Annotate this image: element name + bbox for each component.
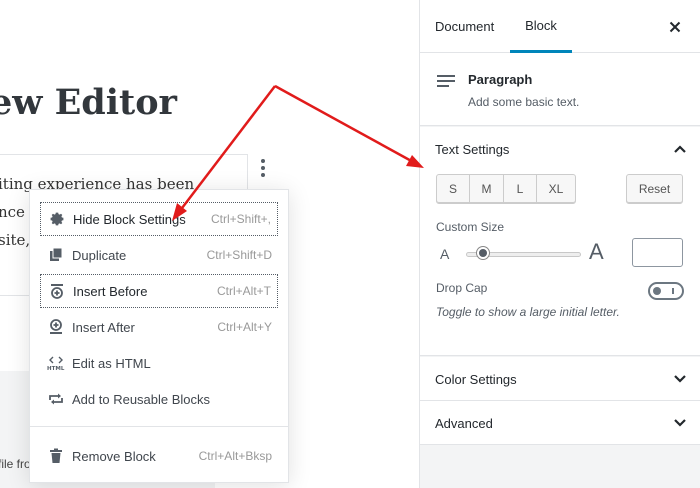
- reset-button[interactable]: Reset: [626, 174, 683, 204]
- gear-icon: [47, 209, 67, 229]
- menu-item-remove-block[interactable]: Remove Block Ctrl+Alt+Bksp: [40, 439, 278, 473]
- text-settings-toggle[interactable]: Text Settings: [420, 127, 700, 171]
- reusable-block-icon: [46, 389, 66, 409]
- menu-item-edit-as-html[interactable]: HTML Edit as HTML: [40, 346, 278, 380]
- menu-item-insert-after[interactable]: Insert After Ctrl+Alt+Y: [40, 310, 278, 344]
- font-size-xl-button[interactable]: XL: [537, 175, 575, 203]
- menu-item-label: Edit as HTML: [72, 355, 151, 371]
- toggle-off-indicator: [672, 288, 674, 294]
- custom-size-label: Custom Size: [436, 220, 505, 234]
- tab-document[interactable]: Document: [435, 0, 499, 53]
- menu-item-shortcut: Ctrl+Shift+,: [210, 212, 271, 226]
- menu-item-shortcut: Ctrl+Shift+D: [206, 248, 272, 262]
- menu-item-hide-block-settings[interactable]: Hide Block Settings Ctrl+Shift+,: [40, 202, 278, 236]
- font-size-small-button[interactable]: S: [437, 175, 470, 203]
- insert-after-icon: [46, 317, 66, 337]
- menu-item-insert-before[interactable]: Insert Before Ctrl+Alt+T: [40, 274, 278, 308]
- large-a-icon: A: [589, 239, 604, 264]
- font-size-large-button[interactable]: L: [504, 175, 537, 203]
- menu-item-label: Insert After: [72, 319, 135, 335]
- font-size-picker: S M L XL: [436, 174, 576, 204]
- post-title[interactable]: ew Editor: [0, 82, 177, 123]
- paragraph-icon: [436, 73, 456, 94]
- chevron-down-icon: [674, 419, 686, 427]
- color-settings-panel: Color Settings: [420, 357, 700, 401]
- panel-title: Text Settings: [435, 141, 510, 157]
- chevron-up-icon: [674, 145, 686, 153]
- menu-item-shortcut: Ctrl+Alt+T: [216, 284, 271, 298]
- insert-before-icon: [47, 281, 67, 301]
- panel-title: Color Settings: [435, 371, 517, 387]
- font-size-medium-button[interactable]: M: [470, 175, 504, 203]
- panel-title: Advanced: [435, 415, 493, 431]
- advanced-panel: Advanced: [420, 401, 700, 445]
- menu-item-label: Insert Before: [73, 283, 148, 299]
- color-settings-toggle[interactable]: Color Settings: [420, 357, 700, 401]
- drop-cap-label: Drop Cap: [436, 281, 488, 295]
- menu-item-duplicate[interactable]: Duplicate Ctrl+Shift+D: [40, 238, 278, 272]
- menu-item-label: Hide Block Settings: [73, 211, 186, 227]
- sidebar-header: Document Block: [420, 0, 700, 53]
- advanced-toggle[interactable]: Advanced: [420, 401, 700, 445]
- drop-cap-toggle[interactable]: [648, 282, 684, 300]
- toggle-knob: [653, 287, 661, 295]
- paragraph-line: site,: [0, 231, 31, 249]
- settings-sidebar: Document Block Paragraph Add some basic …: [419, 0, 700, 488]
- menu-item-label: Remove Block: [72, 448, 156, 464]
- html-icon: HTML: [46, 353, 66, 373]
- tab-block[interactable]: Block: [510, 0, 572, 53]
- svg-text:HTML: HTML: [47, 366, 65, 371]
- file-block-text: file fro: [0, 457, 31, 471]
- trash-icon: [46, 446, 66, 466]
- block-card: Paragraph Add some basic text.: [420, 53, 700, 126]
- text-settings-panel: Text Settings S M L XL Reset Custom Size…: [420, 127, 700, 356]
- custom-size-input[interactable]: [632, 238, 683, 267]
- block-card-description: Add some basic text.: [468, 95, 580, 109]
- menu-item-label: Add to Reusable Blocks: [72, 391, 211, 407]
- drop-cap-help: Toggle to show a large initial letter.: [436, 305, 620, 319]
- menu-item-add-to-reusable-blocks[interactable]: Add to Reusable Blocks: [40, 382, 278, 416]
- slider-handle[interactable]: [477, 247, 490, 259]
- small-a-icon: A: [440, 246, 450, 262]
- more-options-icon[interactable]: [255, 155, 271, 181]
- chevron-down-icon: [674, 375, 686, 383]
- block-settings-menu: Hide Block Settings Ctrl+Shift+, Duplica…: [29, 189, 289, 483]
- menu-item-label: Duplicate: [72, 247, 127, 263]
- block-card-title: Paragraph: [468, 72, 533, 87]
- menu-item-shortcut: Ctrl+Alt+Y: [217, 320, 272, 334]
- menu-item-shortcut: Ctrl+Alt+Bksp: [198, 449, 272, 463]
- menu-divider: [30, 426, 288, 427]
- duplicate-icon: [46, 245, 66, 265]
- close-icon[interactable]: [664, 16, 686, 38]
